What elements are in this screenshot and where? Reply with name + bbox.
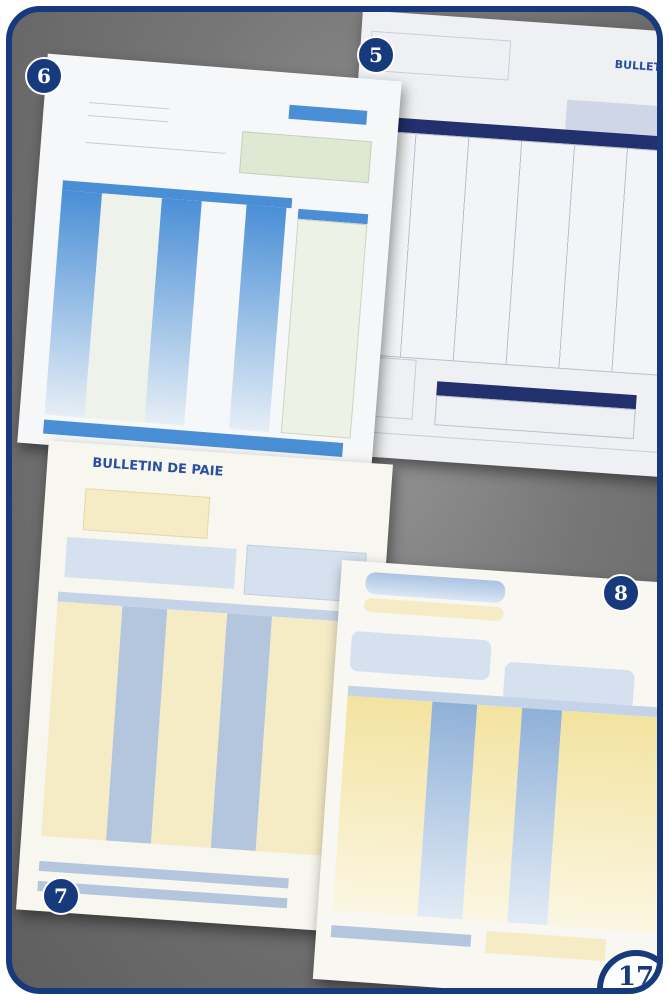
payslip-sheet-8 [312,559,657,988]
number-badge-7: 7 [42,877,80,915]
payslip-sheet-6 [17,53,402,471]
number-badge-5: 5 [357,36,395,74]
sheet-7-title: BULLETIN DE PAIE [91,455,224,480]
number-badge-6: 6 [25,57,63,95]
catalog-frame: BULLETIN BULLETIN DE PAIE 5 6 7 8 17 [6,6,663,994]
sheet-5-title: BULLETIN [614,57,663,76]
number-badge-8: 8 [602,574,640,612]
